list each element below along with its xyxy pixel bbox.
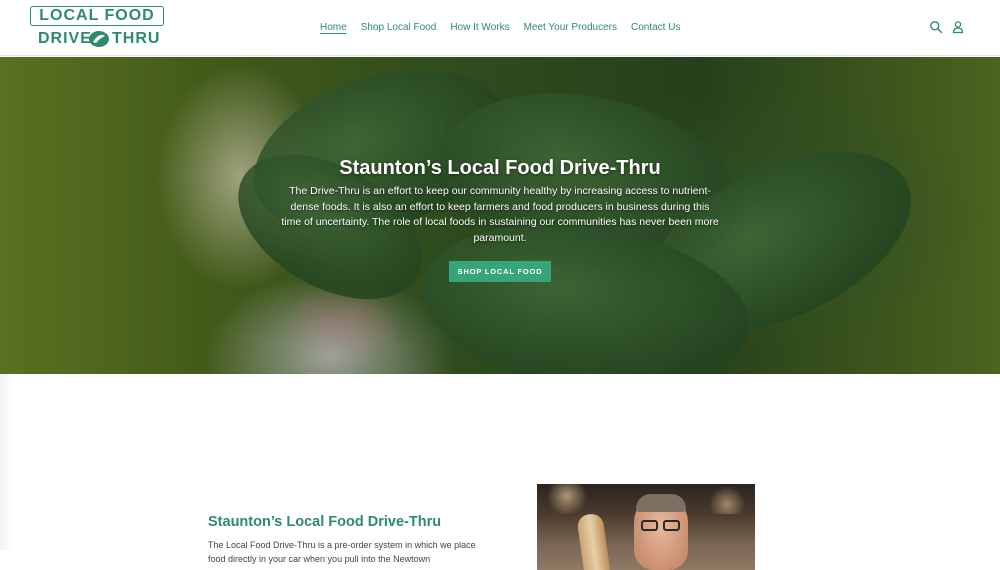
nav-item-how-it-works[interactable]: How It Works xyxy=(443,21,516,35)
photo-bread xyxy=(576,512,612,570)
nav-item-shop-local-food[interactable]: Shop Local Food xyxy=(354,21,444,35)
photo-hair xyxy=(636,494,686,512)
section-title: Staunton’s Local Food Drive-Thru xyxy=(208,514,442,530)
photo-glasses xyxy=(663,520,680,531)
hero-content: Staunton’s Local Food Drive-Thru The Dri… xyxy=(280,155,720,282)
logo-leaf-icon xyxy=(89,31,109,47)
logo-text-drive: DRIVE xyxy=(38,30,92,47)
shop-local-food-button[interactable]: SHOP LOCAL FOOD xyxy=(449,261,551,282)
producer-photo xyxy=(537,484,755,570)
hero-title: Staunton’s Local Food Drive-Thru xyxy=(339,157,661,179)
hero-banner: Staunton’s Local Food Drive-Thru The Dri… xyxy=(0,57,1000,374)
nav-item-meet-your-producers[interactable]: Meet Your Producers xyxy=(517,21,624,35)
nav-item-contact-us[interactable]: Contact Us xyxy=(624,21,687,35)
site-header: LOCAL FOOD DRIVE THRU Home Shop Local Fo… xyxy=(0,0,1000,56)
logo-text-local-food: LOCAL FOOD xyxy=(39,7,155,24)
nav-item-home[interactable]: Home xyxy=(320,21,354,35)
logo-text-thru: THRU xyxy=(112,30,161,47)
search-icon[interactable] xyxy=(929,20,943,34)
site-logo[interactable]: LOCAL FOOD DRIVE THRU xyxy=(30,6,164,50)
logo-drive-thru: DRIVE THRU xyxy=(38,28,161,50)
photo-glasses xyxy=(641,520,658,531)
hero-description: The Drive-Thru is an effort to keep our … xyxy=(281,185,719,244)
main-nav: Home Shop Local Food How It Works Meet Y… xyxy=(320,0,687,56)
logo-frame: LOCAL FOOD xyxy=(30,6,164,26)
section-description: The Local Food Drive-Thru is a pre-order… xyxy=(208,540,476,564)
account-icon[interactable] xyxy=(951,20,965,34)
page-edge-shadow xyxy=(0,374,14,550)
